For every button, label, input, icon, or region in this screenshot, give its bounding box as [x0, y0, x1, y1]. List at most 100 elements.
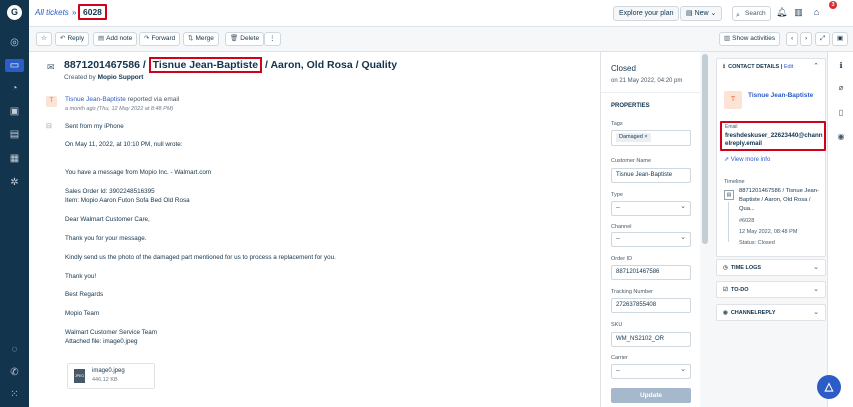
app-logo[interactable]: G — [7, 5, 22, 20]
search-input[interactable]: ⌕ Search — [732, 6, 771, 21]
sku-field[interactable]: WM_NS2102_OR — [611, 332, 691, 347]
properties-scroll-thumb[interactable] — [702, 54, 708, 244]
merge-button[interactable]: ⇅ Merge — [183, 32, 219, 46]
contacts-icon[interactable]: ◔ — [8, 82, 21, 95]
contact-details-heading: CONTACT DETAILS — [728, 64, 780, 70]
chevron-down-icon: ⌄ — [813, 309, 819, 316]
reports-icon[interactable]: ▦ — [8, 152, 21, 165]
attachment-icon[interactable]: ⌀ — [836, 83, 846, 93]
timeline-subject-line[interactable]: 8871201467586 / Tisnue Jean- — [739, 188, 819, 194]
delete-button[interactable]: 🗑︎ Delete — [225, 32, 265, 46]
add-note-button[interactable]: ▤ Add note — [93, 32, 138, 46]
add-note-label: Add note — [106, 35, 133, 42]
timeline-status: Status: Closed — [739, 240, 775, 246]
view-more-info-link[interactable]: ⇗ View more info — [724, 156, 770, 163]
thread-collapse-icon[interactable]: ⊟ — [46, 122, 52, 130]
contact-details-card: ℹ CONTACT DETAILS | Edit ⌃ T Tisnue Jean-… — [716, 58, 826, 257]
contact-name[interactable]: Tisnue Jean-Baptiste — [748, 92, 813, 99]
more-actions-button[interactable]: ⋮ — [264, 32, 281, 46]
tags-field[interactable]: Damaged × — [611, 130, 691, 146]
body-line: Sent from my iPhone — [65, 123, 124, 130]
channelreply-section[interactable]: ◉ CHANNELREPLY ⌄ — [716, 304, 826, 321]
reply-button[interactable]: ↶ Reply — [55, 32, 90, 46]
tickets-icon[interactable]: ▭ — [5, 59, 24, 72]
previous-ticket-button[interactable]: ‹ — [786, 32, 799, 46]
expand-button[interactable]: ⤢ — [815, 32, 831, 46]
breadcrumb-separator: » — [72, 8, 77, 17]
phone-icon[interactable]: ✆ — [8, 366, 21, 379]
notifications-icon[interactable]: 🔔︎ — [776, 7, 787, 18]
type-select[interactable]: -- — [611, 200, 691, 216]
apps-icon[interactable]: ⁙ — [8, 388, 21, 401]
chevron-left-icon: ‹ — [791, 35, 794, 42]
created-by: Created by Mopio Support — [64, 74, 143, 81]
body-line: Attached file: image0.jpeg — [65, 338, 138, 345]
help-widget-button[interactable]: △ — [817, 375, 841, 399]
edit-contact-link[interactable]: Edit — [784, 64, 793, 70]
gift-icon[interactable]: ▥ — [793, 7, 804, 18]
time-logs-section[interactable]: ◷ TIME LOGS ⌄ — [716, 259, 826, 276]
subject-customer-name: Tisnue Jean-Baptiste — [148, 57, 263, 73]
merge-label: Merge — [195, 35, 214, 42]
forward-button[interactable]: ↷ Forward — [139, 32, 181, 46]
subject-prefix: 8871201467586 / — [64, 59, 146, 71]
created-by-label: Created by — [64, 74, 96, 81]
tag-label: Damaged — [619, 134, 643, 140]
body-line: Kindly send us the photo of the damaged … — [65, 254, 336, 261]
contact-email-box: Email freshdeskuser_22623440@channelrepl… — [720, 121, 826, 151]
tracking-number-field[interactable]: 272637855408 — [611, 298, 691, 313]
channelreply-icon: ◉ — [723, 310, 728, 316]
knowledge-base-icon[interactable]: ▤ — [8, 128, 21, 141]
external-link-icon: ⇗ — [724, 157, 731, 163]
created-by-value: Mopio Support — [97, 74, 144, 81]
timeline-line — [728, 202, 729, 242]
new-label: New — [694, 10, 709, 17]
info-icon[interactable]: ℹ — [836, 61, 846, 71]
new-icon: ▤ — [686, 10, 695, 17]
attachment-size: 446.12 KB — [92, 377, 118, 383]
conversation-pane: ✉ 8871201467586 / Tisnue Jean-Baptiste /… — [29, 52, 600, 407]
body-line: Dear Walmart Customer Care, — [65, 216, 150, 223]
chat-icon[interactable]: ◌ — [8, 343, 21, 356]
timeline-subject-line[interactable]: Baptiste / Aaron, Old Rosa / — [739, 197, 811, 203]
customer-name-field[interactable]: Tisnue Jean-Baptiste — [611, 168, 691, 183]
explore-plan-button[interactable]: Explore your plan — [613, 6, 680, 21]
channelreply-heading: CHANNELREPLY — [730, 310, 776, 316]
top-bar: All tickets » 6028 Explore your plan ▤ N… — [29, 0, 853, 27]
attachment-card[interactable]: JPEG image0.jpeg 446.12 KB — [67, 363, 155, 389]
email-label: Email — [725, 124, 738, 130]
activities-icon: ▥ — [724, 35, 731, 42]
timeline-subject-line[interactable]: Qua... — [739, 206, 755, 212]
ticket-action-bar: ☆ ↶ Reply ▤ Add note ↷ Forward ⇅ Merge 🗑︎ Del… — [29, 27, 853, 52]
expand-icon: ⤢ — [820, 35, 826, 42]
store-icon[interactable]: ⌂ — [811, 7, 822, 18]
channelreply-app-icon[interactable]: ◉ — [836, 132, 846, 142]
new-button[interactable]: ▤ New ⌄ — [680, 6, 723, 21]
groups-icon[interactable]: ▣ — [8, 105, 21, 118]
settings-icon[interactable]: ✲ — [8, 176, 21, 189]
chevron-up-icon[interactable]: ⌃ — [813, 62, 819, 70]
update-button[interactable]: Update — [611, 388, 691, 403]
next-ticket-button[interactable]: › — [800, 32, 813, 46]
dashboard-icon[interactable]: ◎ — [8, 36, 21, 49]
todo-section[interactable]: ☑ TO-DO ⌄ — [716, 281, 826, 298]
tracking-number-label: Tracking Number — [611, 289, 653, 295]
order-id-field[interactable]: 8871201467586 — [611, 265, 691, 280]
body-line: On May 11, 2022, at 10:10 PM, null wrote… — [65, 141, 183, 148]
show-activities-button[interactable]: ▥ Show activities — [719, 32, 781, 46]
channel-select[interactable]: -- — [611, 231, 691, 247]
star-button[interactable]: ☆ — [36, 32, 52, 46]
carrier-select[interactable]: -- — [611, 363, 691, 379]
forward-label: Forward — [151, 35, 176, 42]
trash-icon: 🗑︎ — [230, 35, 239, 42]
document-icon[interactable]: ▯ — [836, 108, 846, 118]
forward-icon: ↷ — [144, 35, 150, 42]
timeline-date: 12 May 2022, 08:48 PM — [739, 229, 798, 235]
breadcrumb-all-tickets[interactable]: All tickets — [35, 8, 69, 17]
tag-remove-icon[interactable]: × — [644, 134, 647, 140]
reporter-name[interactable]: Tisnue Jean-Baptiste — [65, 96, 126, 103]
toggle-panel-button[interactable]: ▣ — [832, 32, 849, 46]
ticket-status: Closed — [611, 64, 636, 73]
chevron-right-icon: › — [805, 35, 808, 42]
timeline-label: Timeline — [724, 179, 745, 185]
